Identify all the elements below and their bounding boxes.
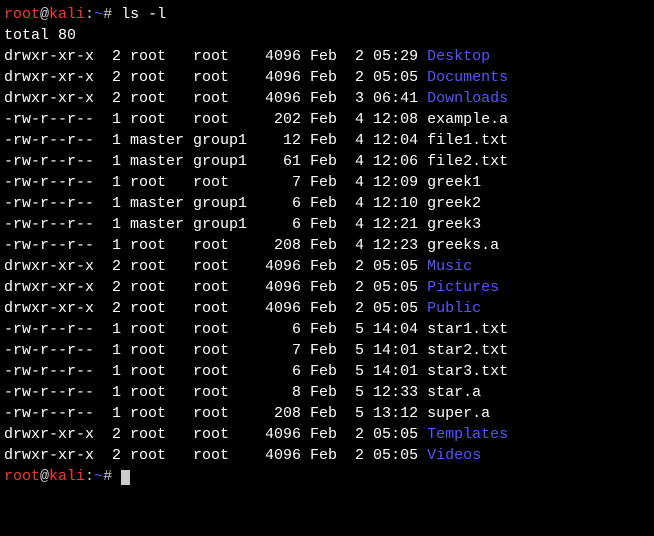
file-meta: -rw-r--r-- 1 root root 7 Feb 5 14:01 — [4, 342, 427, 359]
file-meta: drwxr-xr-x 2 root root 4096 Feb 2 05:05 — [4, 69, 427, 86]
prompt-line-1: root@kali:~# ls -l — [4, 4, 650, 25]
prompt-colon: : — [85, 6, 94, 23]
file-name: star2.txt — [427, 342, 508, 359]
prompt-user: root — [4, 6, 40, 23]
prompt-at: @ — [40, 468, 49, 485]
list-item: -rw-r--r-- 1 master group1 61 Feb 4 12:0… — [4, 151, 650, 172]
directory-name: Videos — [427, 447, 481, 464]
file-meta: drwxr-xr-x 2 root root 4096 Feb 2 05:05 — [4, 447, 427, 464]
prompt-path: ~ — [94, 6, 103, 23]
file-meta: -rw-r--r-- 1 root root 202 Feb 4 12:08 — [4, 111, 427, 128]
file-meta: -rw-r--r-- 1 master group1 61 Feb 4 12:0… — [4, 153, 427, 170]
file-meta: drwxr-xr-x 2 root root 4096 Feb 2 05:29 — [4, 48, 427, 65]
terminal[interactable]: root@kali:~# ls -l total 80 drwxr-xr-x 2… — [4, 4, 650, 487]
file-meta: -rw-r--r-- 1 root root 8 Feb 5 12:33 — [4, 384, 427, 401]
prompt-hash: # — [103, 468, 112, 485]
file-name: star3.txt — [427, 363, 508, 380]
file-name: greeks.a — [427, 237, 499, 254]
list-item: -rw-r--r-- 1 root root 7 Feb 5 14:01 sta… — [4, 340, 650, 361]
file-meta: -rw-r--r-- 1 master group1 6 Feb 4 12:10 — [4, 195, 427, 212]
directory-name: Templates — [427, 426, 508, 443]
prompt-host: kali — [49, 6, 85, 23]
file-meta: -rw-r--r-- 1 root root 208 Feb 5 13:12 — [4, 405, 427, 422]
list-item: -rw-r--r-- 1 root root 208 Feb 5 13:12 s… — [4, 403, 650, 424]
file-meta: -rw-r--r-- 1 root root 6 Feb 5 14:01 — [4, 363, 427, 380]
file-name: star.a — [427, 384, 481, 401]
file-meta: -rw-r--r-- 1 master group1 12 Feb 4 12:0… — [4, 132, 427, 149]
file-meta: -rw-r--r-- 1 root root 6 Feb 5 14:04 — [4, 321, 427, 338]
file-listing: drwxr-xr-x 2 root root 4096 Feb 2 05:29 … — [4, 46, 650, 466]
file-name: super.a — [427, 405, 490, 422]
directory-name: Desktop — [427, 48, 490, 65]
prompt-at: @ — [40, 6, 49, 23]
prompt-host: kali — [49, 468, 85, 485]
file-name: greek1 — [427, 174, 481, 191]
list-item: -rw-r--r-- 1 root root 8 Feb 5 12:33 sta… — [4, 382, 650, 403]
file-meta: drwxr-xr-x 2 root root 4096 Feb 2 05:05 — [4, 279, 427, 296]
list-item: -rw-r--r-- 1 root root 6 Feb 5 14:04 sta… — [4, 319, 650, 340]
file-name: file1.txt — [427, 132, 508, 149]
cursor — [121, 470, 130, 485]
list-item: drwxr-xr-x 2 root root 4096 Feb 2 05:05 … — [4, 277, 650, 298]
list-item: drwxr-xr-x 2 root root 4096 Feb 2 05:05 … — [4, 445, 650, 466]
directory-name: Music — [427, 258, 472, 275]
file-name: example.a — [427, 111, 508, 128]
list-item: drwxr-xr-x 2 root root 4096 Feb 2 05:05 … — [4, 298, 650, 319]
command-text: ls -l — [121, 6, 166, 23]
file-meta: drwxr-xr-x 2 root root 4096 Feb 2 05:05 — [4, 426, 427, 443]
list-item: -rw-r--r-- 1 root root 202 Feb 4 12:08 e… — [4, 109, 650, 130]
file-name: greek3 — [427, 216, 481, 233]
list-item: -rw-r--r-- 1 root root 7 Feb 4 12:09 gre… — [4, 172, 650, 193]
file-meta: -rw-r--r-- 1 root root 208 Feb 4 12:23 — [4, 237, 427, 254]
list-item: -rw-r--r-- 1 master group1 12 Feb 4 12:0… — [4, 130, 650, 151]
file-meta: drwxr-xr-x 2 root root 4096 Feb 2 05:05 — [4, 300, 427, 317]
file-meta: -rw-r--r-- 1 root root 7 Feb 4 12:09 — [4, 174, 427, 191]
list-item: -rw-r--r-- 1 master group1 6 Feb 4 12:21… — [4, 214, 650, 235]
file-name: star1.txt — [427, 321, 508, 338]
list-item: -rw-r--r-- 1 root root 6 Feb 5 14:01 sta… — [4, 361, 650, 382]
list-item: drwxr-xr-x 2 root root 4096 Feb 2 05:29 … — [4, 46, 650, 67]
prompt-colon: : — [85, 468, 94, 485]
file-meta: drwxr-xr-x 2 root root 4096 Feb 3 06:41 — [4, 90, 427, 107]
list-item: drwxr-xr-x 2 root root 4096 Feb 2 05:05 … — [4, 256, 650, 277]
directory-name: Downloads — [427, 90, 508, 107]
file-name: file2.txt — [427, 153, 508, 170]
prompt-path: ~ — [94, 468, 103, 485]
directory-name: Documents — [427, 69, 508, 86]
prompt-line-2: root@kali:~# — [4, 466, 650, 487]
list-item: drwxr-xr-x 2 root root 4096 Feb 2 05:05 … — [4, 67, 650, 88]
directory-name: Public — [427, 300, 481, 317]
list-item: drwxr-xr-x 2 root root 4096 Feb 2 05:05 … — [4, 424, 650, 445]
list-item: drwxr-xr-x 2 root root 4096 Feb 3 06:41 … — [4, 88, 650, 109]
directory-name: Pictures — [427, 279, 499, 296]
prompt-hash: # — [103, 6, 112, 23]
list-item: -rw-r--r-- 1 master group1 6 Feb 4 12:10… — [4, 193, 650, 214]
prompt-user: root — [4, 468, 40, 485]
list-item: -rw-r--r-- 1 root root 208 Feb 4 12:23 g… — [4, 235, 650, 256]
total-line: total 80 — [4, 25, 650, 46]
file-meta: drwxr-xr-x 2 root root 4096 Feb 2 05:05 — [4, 258, 427, 275]
file-meta: -rw-r--r-- 1 master group1 6 Feb 4 12:21 — [4, 216, 427, 233]
file-name: greek2 — [427, 195, 481, 212]
